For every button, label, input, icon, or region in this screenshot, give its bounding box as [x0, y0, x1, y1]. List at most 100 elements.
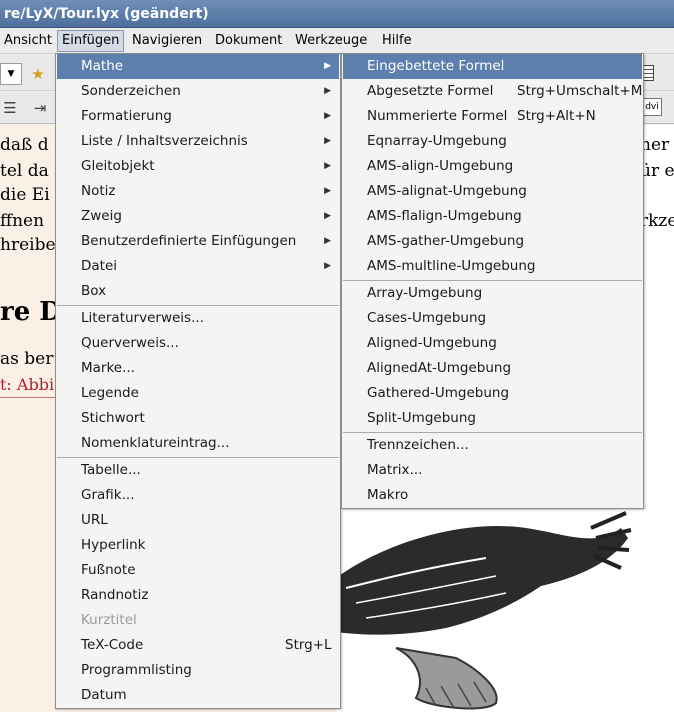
- insert-menu-item-gleitobjekt[interactable]: Gleitobjekt ▶: [57, 154, 339, 179]
- insert-menu-item-formatierung[interactable]: Formatierung ▶: [57, 104, 339, 129]
- insert-menu-item-legende[interactable]: Legende: [57, 381, 339, 406]
- doc-line: ffnen: [0, 211, 45, 231]
- math-submenu-item-ams-multline-umgebung[interactable]: AMS-multline-Umgebung: [343, 254, 642, 279]
- insert-menu-item-label: Marke...: [81, 360, 135, 376]
- insert-menu-item-programmlisting[interactable]: Programmlisting: [57, 658, 339, 683]
- math-submenu-item-ams-align-umgebung[interactable]: AMS-align-Umgebung: [343, 154, 642, 179]
- insert-menu-item-tabelle[interactable]: Tabelle...: [57, 458, 339, 483]
- math-submenu: Eingebettete Formel Abgesetzte Formel Strg…: [341, 53, 644, 509]
- insert-menu-item-label: Stichwort: [81, 410, 145, 426]
- menu-dokument[interactable]: Dokument: [211, 30, 286, 52]
- insert-menu-item-grafik[interactable]: Grafik...: [57, 483, 339, 508]
- insert-menu-item-tex-code[interactable]: TeX-Code Strg+L: [57, 633, 339, 658]
- submenu-arrow-icon: ▶: [324, 236, 331, 246]
- insert-menu-item-zweig[interactable]: Zweig ▶: [57, 204, 339, 229]
- math-submenu-item-label: Eqnarray-Umgebung: [367, 133, 507, 149]
- math-submenu-item-label: Split-Umgebung: [367, 410, 476, 426]
- math-submenu-item-ams-flalign-umgebung[interactable]: AMS-flalign-Umgebung: [343, 204, 642, 229]
- indent-icon[interactable]: ⇥: [30, 98, 50, 118]
- insert-menu-item-label: Grafik...: [81, 487, 135, 503]
- insert-menu-item-nomenklatureintrag[interactable]: Nomenklatureintrag...: [57, 431, 339, 456]
- math-submenu-item-array-umgebung[interactable]: Array-Umgebung: [343, 281, 642, 306]
- insert-menu-item-randnotiz[interactable]: Randnotiz: [57, 583, 339, 608]
- doc-paragraph: as ber: [0, 349, 54, 369]
- math-submenu-item-trennzeichen[interactable]: Trennzeichen...: [343, 433, 642, 458]
- math-submenu-item-makro[interactable]: Makro: [343, 483, 642, 508]
- insert-menu-item-fussnote[interactable]: Fußnote: [57, 558, 339, 583]
- math-submenu-item-label: AMS-align-Umgebung: [367, 158, 514, 174]
- insert-menu-item-label: Mathe: [81, 58, 124, 74]
- insert-menu-item-marke[interactable]: Marke...: [57, 356, 339, 381]
- insert-menu-item-datei[interactable]: Datei ▶: [57, 254, 339, 279]
- insert-menu-item-label: Box: [81, 283, 107, 299]
- insert-menu-item-benutzerdefinierte-einfuegungen[interactable]: Benutzerdefinierte Einfügungen ▶: [57, 229, 339, 254]
- math-submenu-item-eqnarray-umgebung[interactable]: Eqnarray-Umgebung: [343, 129, 642, 154]
- math-submenu-item-alignedat-umgebung[interactable]: AlignedAt-Umgebung: [343, 356, 642, 381]
- insert-menu-item-url[interactable]: URL: [57, 508, 339, 533]
- insert-menu-item-label: Fußnote: [81, 562, 136, 578]
- insert-menu-item-mathe[interactable]: Mathe ▶: [57, 54, 339, 79]
- insert-menu-item-liste-inhaltsverzeichnis[interactable]: Liste / Inhaltsverzeichnis ▶: [57, 129, 339, 154]
- insert-menu-item-label: Programmlisting: [81, 662, 192, 678]
- doc-line: die Ei: [0, 185, 50, 205]
- math-submenu-item-ams-alignat-umgebung[interactable]: AMS-alignat-Umgebung: [343, 179, 642, 204]
- insert-menu-item-label: Notiz: [81, 183, 116, 199]
- layout-combo-dropdown[interactable]: ▼: [0, 63, 22, 85]
- window-titlebar: re/LyX/Tour.lyx (geändert): [0, 0, 674, 28]
- math-submenu-item-nummerierte-formel[interactable]: Nummerierte Formel Strg+Alt+N: [343, 104, 642, 129]
- math-submenu-item-label: Aligned-Umgebung: [367, 335, 497, 351]
- insert-menu-item-label: Legende: [81, 385, 139, 401]
- insert-menu-item-stichwort[interactable]: Stichwort: [57, 406, 339, 431]
- insert-menu-item-datum[interactable]: Datum: [57, 683, 339, 708]
- doc-line: daß d: [0, 135, 49, 155]
- menu-separator: [57, 305, 339, 306]
- submenu-arrow-icon: ▶: [324, 86, 331, 96]
- insert-menu-item-label: Datei: [81, 258, 118, 274]
- menu-einfuegen[interactable]: Einfügen: [57, 30, 125, 52]
- submenu-arrow-icon: ▶: [324, 186, 331, 196]
- math-submenu-item-split-umgebung[interactable]: Split-Umgebung: [343, 406, 642, 431]
- insert-menu-item-hyperlink[interactable]: Hyperlink: [57, 533, 339, 558]
- submenu-arrow-icon: ▶: [324, 161, 331, 171]
- math-submenu-item-label: Cases-Umgebung: [367, 310, 487, 326]
- math-submenu-item-label: AMS-multline-Umgebung: [367, 258, 536, 274]
- math-submenu-item-eingebettete-formel[interactable]: Eingebettete Formel: [343, 54, 642, 79]
- math-submenu-item-label: Makro: [367, 487, 409, 503]
- view-dvi-button[interactable]: dvi: [642, 98, 662, 116]
- math-submenu-item-gathered-umgebung[interactable]: Gathered-Umgebung: [343, 381, 642, 406]
- doc-line: hreibe: [0, 235, 56, 255]
- platypus-image: [336, 508, 636, 712]
- doc-line-right: rkze: [640, 211, 674, 231]
- doc-line: tel da: [0, 161, 49, 181]
- menu-separator: [57, 457, 339, 458]
- menu-werkzeuge[interactable]: Werkzeuge: [291, 30, 371, 52]
- insert-menu-item-notiz[interactable]: Notiz ▶: [57, 179, 339, 204]
- math-submenu-item-matrix[interactable]: Matrix...: [343, 458, 642, 483]
- bookmark-star-icon[interactable]: ★: [28, 64, 48, 84]
- doc-caption: t: Abbi: [0, 375, 55, 394]
- submenu-arrow-icon: ▶: [324, 211, 331, 221]
- math-submenu-item-ams-gather-umgebung[interactable]: AMS-gather-Umgebung: [343, 229, 642, 254]
- menu-ansicht[interactable]: Ansicht: [0, 30, 56, 52]
- insert-menu-item-querverweis[interactable]: Querverweis...: [57, 331, 339, 356]
- math-submenu-item-cases-umgebung[interactable]: Cases-Umgebung: [343, 306, 642, 331]
- submenu-arrow-icon: ▶: [324, 136, 331, 146]
- math-submenu-item-label: Gathered-Umgebung: [367, 385, 510, 401]
- math-submenu-item-abgesetzte-formel[interactable]: Abgesetzte Formel Strg+Umschalt+M: [343, 79, 642, 104]
- menu-hilfe[interactable]: Hilfe: [378, 30, 416, 52]
- math-submenu-item-label: Nummerierte Formel: [367, 108, 508, 124]
- insert-menu-item-sonderzeichen[interactable]: Sonderzeichen ▶: [57, 79, 339, 104]
- insert-menu-item-label: Benutzerdefinierte Einfügungen: [81, 233, 297, 249]
- doc-line-right: ner: [640, 135, 670, 155]
- insert-menu-item-label: Liste / Inhaltsverzeichnis: [81, 133, 248, 149]
- list-icon[interactable]: ☰: [0, 98, 20, 118]
- doc-heading: re D: [0, 297, 62, 327]
- menu-separator: [343, 280, 642, 281]
- insert-menu-item-label: Formatierung: [81, 108, 172, 124]
- math-submenu-item-label: Array-Umgebung: [367, 285, 483, 301]
- menu-navigieren[interactable]: Navigieren: [128, 30, 206, 52]
- math-submenu-item-aligned-umgebung[interactable]: Aligned-Umgebung: [343, 331, 642, 356]
- insert-menu-item-literaturverweis[interactable]: Literaturverweis...: [57, 306, 339, 331]
- math-submenu-item-shortcut: Strg+Umschalt+M: [517, 83, 643, 99]
- insert-menu-item-box[interactable]: Box: [57, 279, 339, 304]
